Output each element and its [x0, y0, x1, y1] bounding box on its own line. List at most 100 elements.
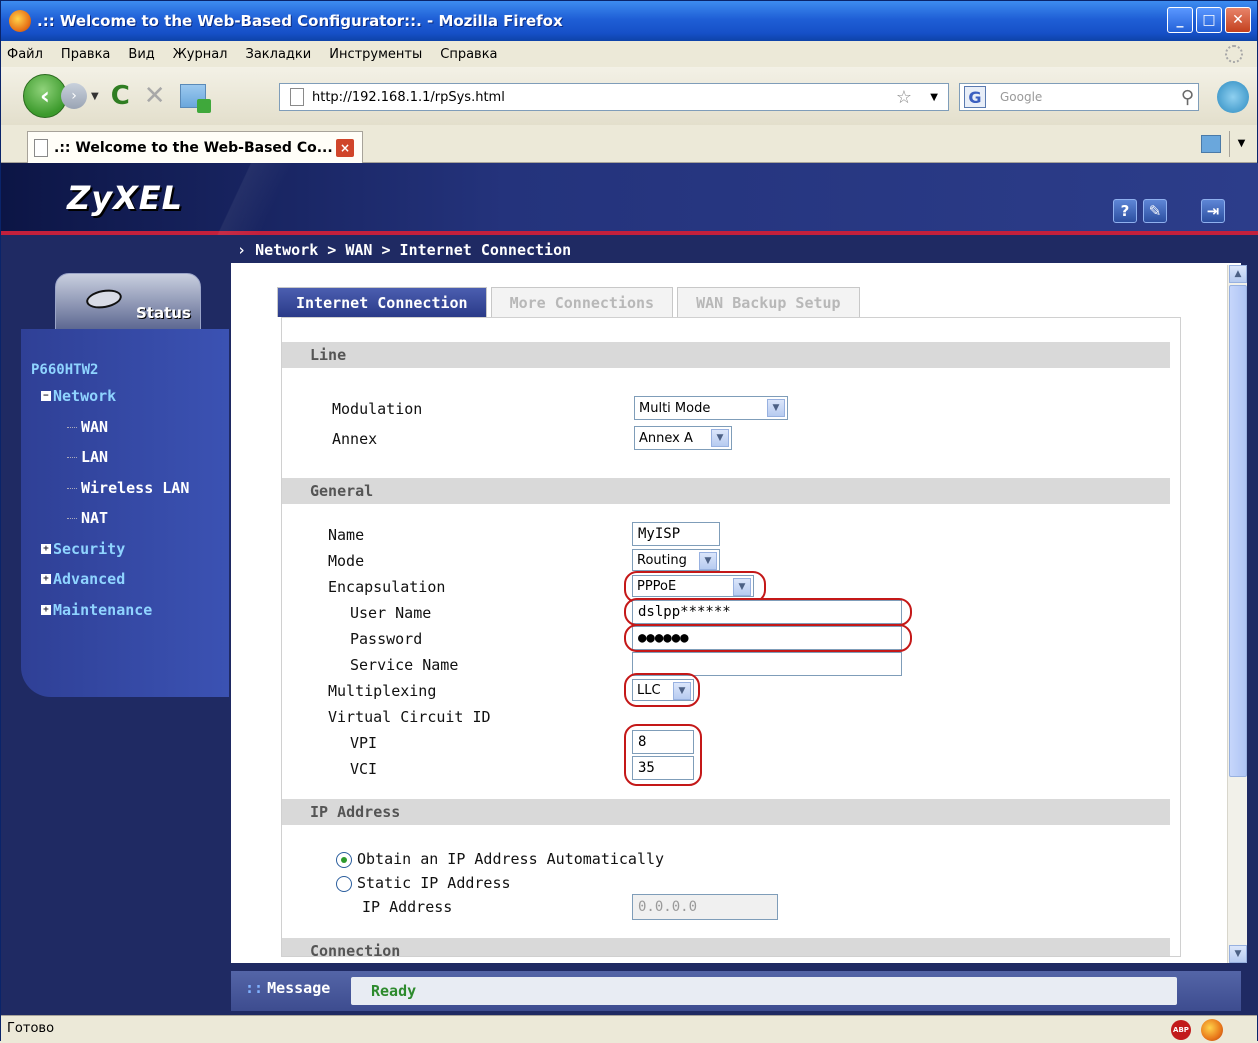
tab-list-dropdown-icon[interactable]: ▼: [1229, 131, 1253, 157]
forward-button[interactable]: ›: [61, 83, 87, 109]
browser-tab[interactable]: .:: Welcome to the Web-Based Co... ×: [27, 131, 363, 163]
browser-window: .:: Welcome to the Web-Based Configurato…: [0, 0, 1258, 1042]
page-icon: [290, 88, 304, 106]
logout-icon[interactable]: ⇥: [1201, 199, 1225, 223]
menu-history[interactable]: Журнал: [173, 47, 228, 62]
wizard-icon[interactable]: ✎: [1143, 199, 1167, 223]
google-engine-icon[interactable]: G: [964, 86, 986, 108]
sidebar-item-maintenance[interactable]: + Maintenance: [31, 595, 189, 626]
addon-icon[interactable]: [1217, 81, 1249, 113]
chevron-down-icon: ▼: [767, 399, 785, 417]
menu-bookmarks[interactable]: Закладки: [246, 47, 312, 62]
scroll-up-icon[interactable]: ▲: [1229, 265, 1247, 283]
scrollbar-thumb[interactable]: [1229, 285, 1247, 777]
ip-address-label: IP Address: [362, 898, 453, 916]
section-general: General: [282, 478, 1170, 504]
status-bar: Готово ABP: [1, 1015, 1257, 1042]
static-ip-radio[interactable]: [336, 876, 352, 892]
expand-icon[interactable]: +: [41, 574, 51, 585]
collapse-icon[interactable]: −: [41, 391, 51, 402]
zyxel-header: ZyXEL ? ✎ ⇥: [1, 163, 1258, 235]
modulation-label: Modulation: [332, 400, 423, 418]
highlight-ring: [624, 724, 702, 786]
expand-icon[interactable]: +: [41, 604, 51, 615]
ip-address-field[interactable]: 0.0.0.0: [632, 894, 778, 920]
tab-title: .:: Welcome to the Web-Based Co...: [54, 139, 333, 156]
highlight-ring: [624, 624, 912, 652]
menu-edit[interactable]: Правка: [61, 47, 110, 62]
stop-button[interactable]: ✕: [144, 81, 166, 111]
url-text[interactable]: http://192.168.1.1/rpSys.html: [312, 90, 505, 105]
sidebar-item-wireless-lan[interactable]: Wireless LAN: [31, 473, 189, 504]
mode-label: Mode: [328, 552, 365, 570]
vci-label: VCI: [350, 760, 378, 778]
modulation-value: Multi Mode: [639, 400, 711, 416]
scroll-down-icon[interactable]: ▼: [1229, 945, 1247, 963]
tab-more-connections[interactable]: More Connections: [490, 287, 674, 317]
annex-value: Annex A: [639, 430, 693, 446]
obtain-ip-auto-radio[interactable]: [336, 852, 352, 868]
page-scrollbar[interactable]: ▲ ▼: [1227, 265, 1247, 963]
password-label: Password: [350, 630, 423, 648]
section-connection: Connection: [282, 938, 1170, 956]
maximize-button[interactable]: □: [1196, 7, 1222, 33]
sidebar-tree: P660HTW2 − Network WAN LAN Wireless LAN N…: [31, 359, 189, 625]
throbber-icon: [1225, 45, 1243, 63]
navigation-toolbar: ‹ › ▼ C ✕ http://192.168.1.1/rpSys.html …: [1, 67, 1257, 125]
tab-wan-backup-setup[interactable]: WAN Backup Setup: [677, 287, 860, 317]
status-button[interactable]: Status: [55, 273, 201, 331]
help-icon[interactable]: ?: [1113, 199, 1137, 223]
tab-internet-connection[interactable]: Internet Connection: [277, 287, 487, 317]
sidebar-item-network[interactable]: − Network: [31, 381, 189, 412]
search-box[interactable]: G Google ⚲: [959, 83, 1199, 111]
name-field[interactable]: MyISP: [632, 522, 720, 546]
highlight-ring: [624, 598, 912, 626]
firefox-status-icon[interactable]: [1201, 1019, 1223, 1041]
expand-icon[interactable]: +: [41, 543, 51, 554]
section-ip-address: IP Address: [282, 799, 1170, 825]
vpi-label: VPI: [350, 734, 378, 752]
sidebar-item-label: Network: [53, 387, 117, 405]
sidebar-item-lan[interactable]: LAN: [31, 442, 189, 473]
sidebar-item-label: Maintenance: [53, 600, 153, 619]
bookmark-star-icon[interactable]: ☆: [896, 87, 912, 108]
annex-label: Annex: [332, 430, 378, 448]
highlight-ring: [624, 673, 700, 707]
search-icon[interactable]: ⚲: [1181, 87, 1194, 108]
menu-view[interactable]: Вид: [128, 47, 154, 62]
zyxel-logo: ZyXEL: [67, 179, 183, 217]
url-dropdown-icon[interactable]: ▼: [930, 92, 938, 103]
window-title: .:: Welcome to the Web-Based Configurato…: [37, 12, 563, 30]
search-placeholder: Google: [1000, 90, 1043, 104]
menu-file[interactable]: Файл: [7, 47, 43, 62]
menu-help[interactable]: Справка: [440, 47, 497, 62]
sidebar-item-advanced[interactable]: + Advanced: [31, 564, 189, 595]
menu-tools[interactable]: Инструменты: [329, 47, 422, 62]
breadcrumb: › Network > WAN > Internet Connection: [237, 241, 572, 259]
sidebar-item-security[interactable]: + Security: [31, 534, 189, 565]
home-button[interactable]: [179, 84, 211, 113]
reload-button[interactable]: C: [111, 81, 130, 111]
static-ip-label: Static IP Address: [357, 874, 511, 892]
service-name-label: Service Name: [350, 656, 459, 674]
tab-page-icon: [34, 138, 48, 157]
adblock-icon[interactable]: ABP: [1171, 1020, 1191, 1040]
sidebar-item-wan[interactable]: WAN: [31, 412, 189, 443]
close-window-button[interactable]: ✕: [1225, 7, 1251, 33]
tab-bar: .:: Welcome to the Web-Based Co... × ▼: [1, 125, 1257, 163]
mode-select[interactable]: Routing ▼: [632, 549, 720, 571]
annex-select[interactable]: Annex A ▼: [634, 426, 732, 450]
encapsulation-label: Encapsulation: [328, 578, 446, 596]
name-label: Name: [328, 526, 365, 544]
history-dropdown-icon[interactable]: ▼: [91, 91, 99, 102]
new-tab-icon[interactable]: [1201, 135, 1221, 153]
minimize-button[interactable]: _: [1167, 7, 1193, 33]
menu-bar: Файл Правка Вид Журнал Закладки Инструме…: [1, 41, 1257, 67]
sidebar-item-nat[interactable]: NAT: [31, 503, 189, 534]
status-text: Готово: [7, 1021, 55, 1036]
modulation-select[interactable]: Multi Mode ▼: [634, 396, 788, 420]
address-bar[interactable]: http://192.168.1.1/rpSys.html ☆ ▼: [279, 83, 949, 111]
tab-close-icon[interactable]: ×: [336, 138, 354, 157]
message-value: Ready: [351, 977, 1177, 1005]
sidebar-item-label: Security: [53, 539, 126, 558]
